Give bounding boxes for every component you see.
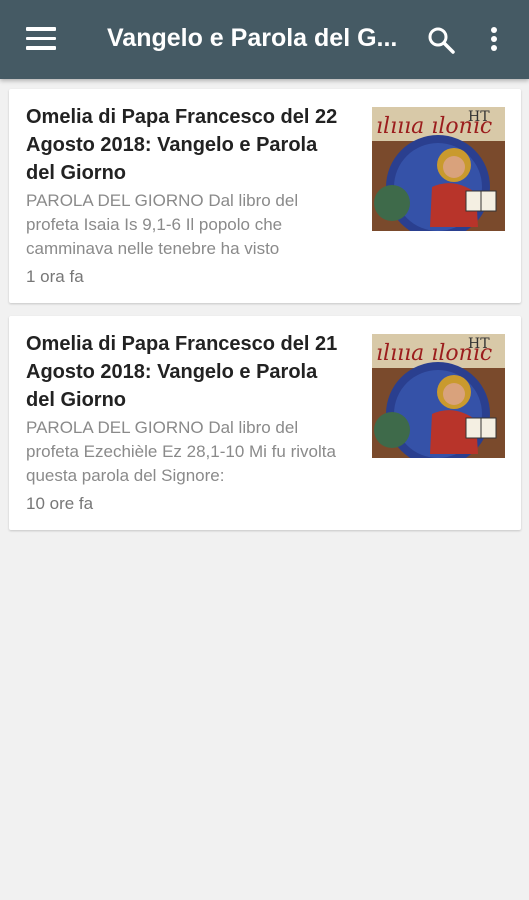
article-time: 10 ore fa (26, 494, 94, 513)
article-excerpt: PAROLA DEL GIORNO Dal libro del profeta … (26, 418, 336, 485)
more-vertical-icon[interactable] (482, 25, 506, 55)
article-card[interactable]: Omelia di Papa Francesco del 21 Agosto 2… (9, 316, 521, 530)
menu-icon[interactable] (26, 27, 56, 51)
search-icon[interactable] (426, 25, 456, 55)
article-time: 1 ora fa (26, 267, 84, 286)
article-title: Omelia di Papa Francesco del 22 Agosto 2… (26, 106, 338, 184)
svg-text:HT: HT (468, 109, 490, 125)
svg-text:HT: HT (468, 336, 490, 352)
app-title: Vangelo e Parola del G... (107, 24, 398, 52)
article-title: Omelia di Papa Francesco del 21 Agosto 2… (26, 333, 338, 411)
article-list: Omelia di Papa Francesco del 22 Agosto 2… (9, 89, 521, 543)
app-bar: Vangelo e Parola del G... (0, 0, 529, 79)
article-thumbnail: ılıııa ılonıc HT (372, 107, 505, 231)
article-excerpt: PAROLA DEL GIORNO Dal libro del profeta … (26, 191, 299, 258)
article-thumbnail: ılıııa ılonıc HT (372, 334, 505, 458)
article-card[interactable]: Omelia di Papa Francesco del 22 Agosto 2… (9, 89, 521, 303)
